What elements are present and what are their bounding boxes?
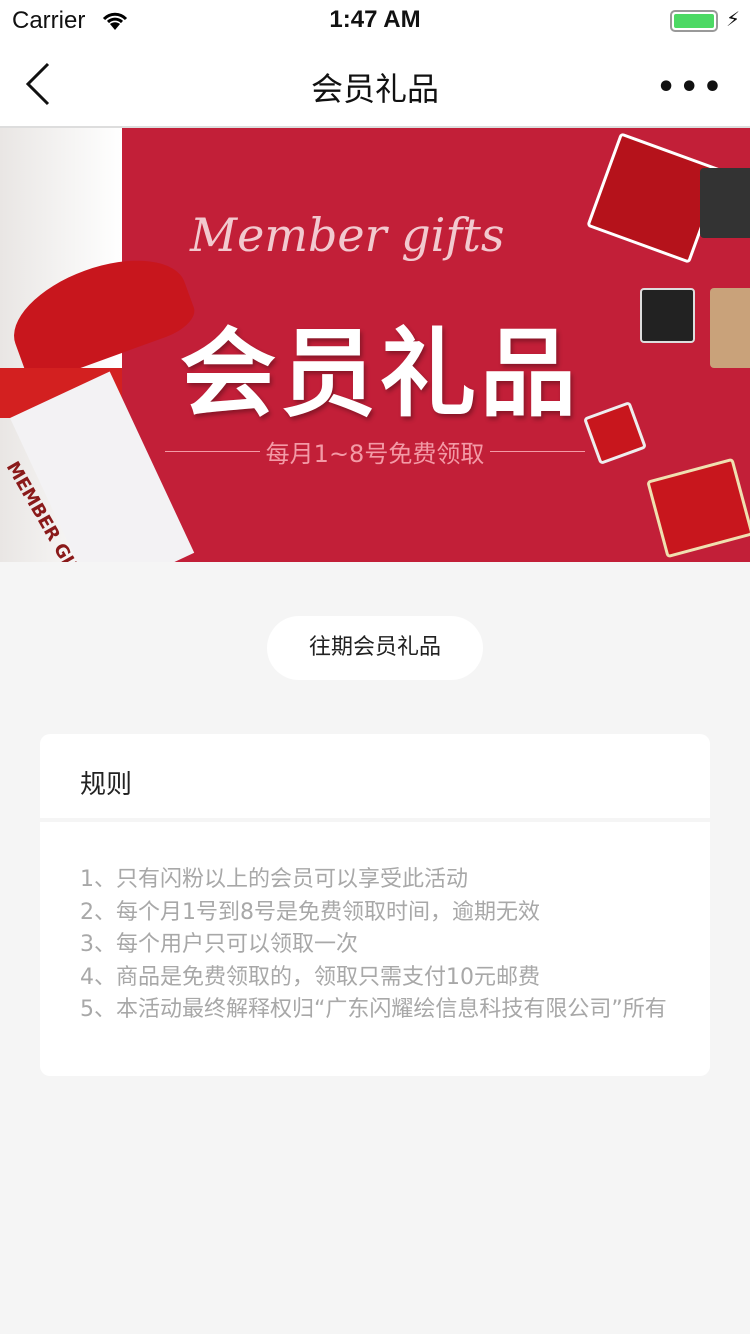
banner-subtitle: 每月1~8号免费领取 [165, 434, 585, 469]
rules-list: 1、只有闪粉以上的会员可以享受此活动 2、每个月1号到8号是免费领取时间，逾期无… [40, 822, 710, 1076]
gift-box-icon [710, 288, 750, 368]
nav-bar: 会员礼品 ••• [0, 40, 750, 128]
rule-item: 5、本活动最终解释权归“广东闪耀绘信息科技有限公司”所有 [80, 997, 667, 1022]
status-bar: Carrier 1:47 AM ⚡ [0, 0, 750, 40]
banner-title: 会员礼品 [180, 318, 580, 430]
charging-icon: ⚡ [725, 7, 740, 31]
battery-icon [670, 10, 718, 32]
gift-box-icon [582, 400, 648, 466]
rule-item: 4、商品是免费领取的，领取只需支付10元邮费 [80, 964, 540, 990]
banner-subtitle-text: 每月1~8号免费领取 [265, 440, 485, 468]
page-title: 会员礼品 [310, 70, 439, 108]
rule-item: 3、每个用户只可以领取一次 [80, 932, 358, 957]
rules-heading: 规则 [80, 770, 133, 800]
clock: 1:47 AM [329, 6, 421, 33]
rules-header: 规则 [40, 734, 710, 818]
more-button[interactable]: ••• [656, 70, 726, 105]
rule-item: 2、每个月1号到8号是免费领取时间，逾期无效 [80, 899, 540, 925]
rule-item: 1、只有闪粉以上的会员可以享受此活动 [80, 867, 468, 892]
gift-box-icon [640, 288, 695, 343]
banner-script-title: Member gifts [190, 208, 505, 262]
past-gifts-button[interactable]: 往期会员礼品 [267, 616, 483, 680]
gift-box-icon [700, 168, 750, 238]
gift-box-icon [646, 457, 750, 559]
banner-image: MEMBER GIFTS Member gifts 会员礼品 每月1~8号免费领… [0, 128, 750, 562]
